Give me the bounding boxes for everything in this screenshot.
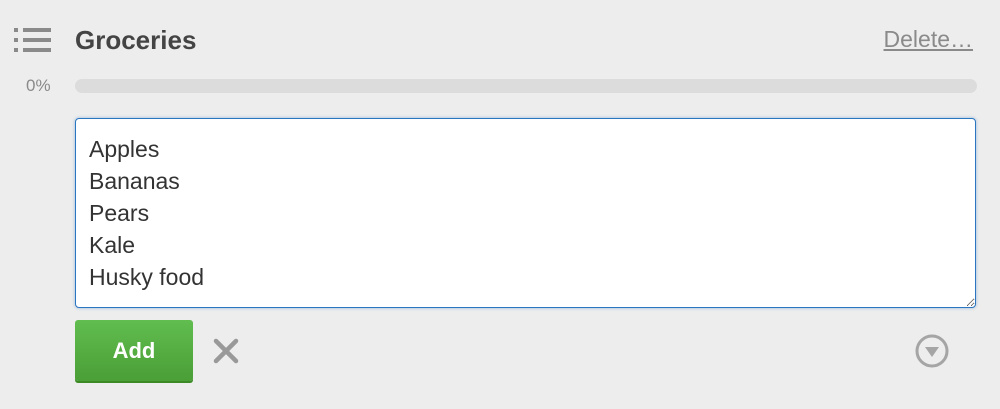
close-icon[interactable] bbox=[212, 337, 240, 365]
delete-checklist-link[interactable]: Delete… bbox=[884, 24, 973, 54]
chevron-down-circle-icon[interactable] bbox=[914, 333, 950, 369]
checklist-title[interactable]: Groceries bbox=[75, 24, 196, 56]
progress-bar bbox=[75, 79, 977, 93]
add-item-textarea[interactable]: Apples Bananas Pears Kale Husky food bbox=[75, 118, 976, 308]
add-button[interactable]: Add bbox=[75, 320, 193, 381]
progress-percentage: 0% bbox=[26, 76, 51, 95]
checklist-icon bbox=[14, 28, 51, 52]
